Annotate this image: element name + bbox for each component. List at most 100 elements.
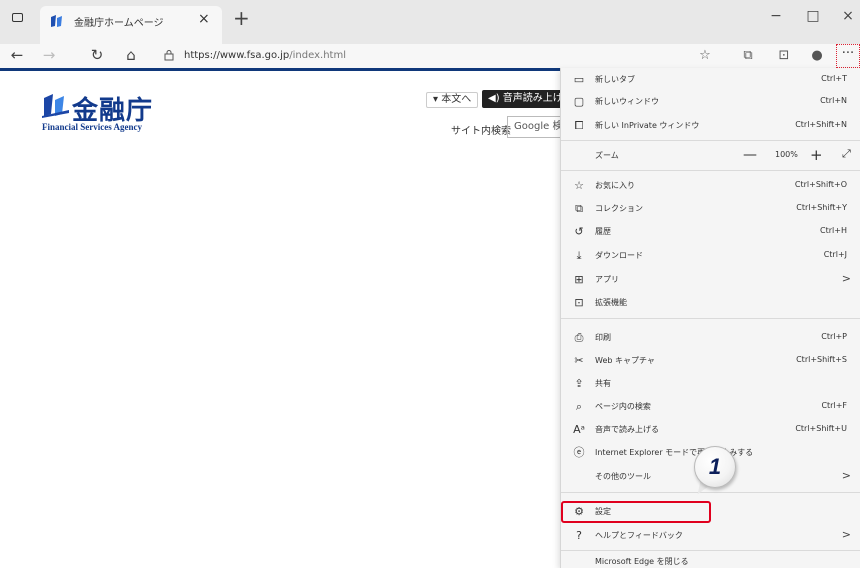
menu-label: 履歴 (595, 227, 611, 236)
maximize-button[interactable]: □ (803, 6, 823, 26)
menu-shortcut: Ctrl+N (820, 96, 847, 105)
read-aloud-icon: Aᵃ (573, 423, 585, 436)
collections-icon: ⧉ (575, 202, 583, 215)
add-favorite-icon[interactable]: ☆ (696, 47, 714, 65)
menu-separator (561, 492, 860, 493)
new-window-icon: ▢ (573, 95, 585, 108)
menu-item-web-capture[interactable]: ✂ Web キャプチャ Ctrl+Shift+S (561, 351, 860, 371)
menu-label: 印刷 (595, 333, 611, 342)
menu-label: コレクション (595, 204, 643, 213)
menu-shortcut: Ctrl+F (821, 401, 847, 410)
settings-menu: ▭ 新しいタブ Ctrl+T ▢ 新しいウィンドウ Ctrl+N ⧠ 新しい I… (560, 68, 860, 568)
tab-actions-icon[interactable] (10, 10, 26, 26)
history-icon: ↺ (574, 225, 584, 238)
back-button[interactable]: ← (8, 46, 26, 64)
menu-separator (561, 550, 860, 551)
menu-item-new-window[interactable]: ▢ 新しいウィンドウ Ctrl+N (561, 92, 860, 112)
menu-label: 新しい InPrivate ウィンドウ (595, 121, 700, 130)
menu-item-find-on-page[interactable]: ⌕ ページ内の検索 Ctrl+F (561, 397, 860, 417)
home-button[interactable]: ⌂ (122, 46, 140, 64)
ie-mode-icon: ⓔ (573, 446, 585, 459)
fsa-favicon-icon (51, 15, 62, 27)
profile-avatar-icon[interactable]: ● (808, 47, 826, 65)
download-icon: ⤓ (576, 249, 582, 262)
menu-label: Web キャプチャ (595, 356, 655, 365)
settings-and-more-button[interactable]: ··· (836, 44, 860, 68)
menu-item-print[interactable]: ⎙ 印刷 Ctrl+P (561, 328, 860, 348)
menu-shortcut: Ctrl+H (820, 226, 847, 235)
zoom-in-button[interactable]: + (810, 146, 823, 164)
tab-close-icon[interactable]: × (198, 11, 210, 27)
menu-item-close-edge[interactable]: Microsoft Edge を閉じる (561, 552, 860, 568)
menu-shortcut: Ctrl+Shift+Y (796, 203, 847, 212)
new-tab-button[interactable]: + (233, 8, 250, 28)
menu-item-new-tab[interactable]: ▭ 新しいタブ Ctrl+T (561, 70, 860, 90)
skip-to-content-link[interactable]: ▾ 本文へ (426, 92, 479, 108)
site-logo-subtitle: Financial Services Agency (42, 122, 142, 132)
menu-shortcut: Ctrl+Shift+O (794, 180, 847, 189)
zoom-out-button[interactable]: — (743, 147, 757, 163)
web-capture-icon: ✂ (574, 354, 584, 367)
tab-bar: 金融庁ホームページ × + − □ × (0, 0, 860, 44)
menu-shortcut: Ctrl+Shift+N (795, 120, 847, 129)
site-search-input[interactable]: Google 検 (507, 116, 560, 138)
menu-separator (561, 140, 860, 141)
extensions-icon[interactable]: ⊡ (775, 47, 793, 65)
menu-label: ダウンロード (595, 251, 643, 260)
menu-item-collections[interactable]: ⧉ コレクション Ctrl+Shift+Y (561, 199, 860, 219)
menu-label: 共有 (595, 379, 611, 388)
menu-shortcut: Ctrl+Shift+S (796, 355, 847, 364)
collections-icon[interactable]: ⧉ (739, 47, 757, 65)
help-icon: ? (576, 529, 582, 542)
chevron-right-icon: > (841, 272, 851, 285)
menu-item-share[interactable]: ⇪ 共有 (561, 374, 860, 394)
apps-icon: ⊞ (574, 273, 584, 286)
menu-label: 新しいタブ (595, 75, 635, 84)
lock-icon (164, 50, 174, 61)
browser-toolbar: ← → ↻ ⌂ https://www.fsa.go.jp/index.html… (0, 44, 860, 68)
forward-button[interactable]: → (40, 46, 58, 64)
step-callout: 1 (694, 446, 736, 488)
menu-label: Microsoft Edge を閉じる (595, 557, 689, 566)
menu-item-favorites[interactable]: ☆ お気に入り Ctrl+Shift+O (561, 176, 860, 196)
menu-label: その他のツール (595, 472, 651, 481)
settings-highlight-box (561, 501, 711, 523)
inprivate-icon: ⧠ (574, 119, 584, 132)
menu-label: お気に入り (595, 181, 635, 190)
menu-item-read-aloud[interactable]: Aᵃ 音声で読み上げる Ctrl+Shift+U (561, 420, 860, 440)
browser-tab[interactable]: 金融庁ホームページ × (40, 6, 222, 44)
menu-shortcut: Ctrl+J (823, 250, 847, 259)
menu-separator (561, 170, 860, 171)
minimize-button[interactable]: − (766, 6, 786, 26)
favorites-icon: ☆ (574, 179, 584, 192)
find-icon: ⌕ (575, 400, 583, 413)
tab-title: 金融庁ホームページ (74, 18, 164, 29)
fullscreen-icon[interactable]: ⤢ (842, 147, 851, 161)
menu-item-apps[interactable]: ⊞ アプリ > (561, 270, 860, 290)
address-bar[interactable]: https://www.fsa.go.jp/index.html (158, 46, 718, 66)
zoom-level: 100% (775, 150, 798, 159)
menu-item-extensions[interactable]: ⊡ 拡張機能 (561, 293, 860, 313)
menu-shortcut: Ctrl+T (821, 74, 847, 83)
menu-item-zoom: ズーム — 100% + ⤢ (561, 146, 860, 166)
menu-label: ズーム (595, 151, 619, 160)
menu-item-new-inprivate[interactable]: ⧠ 新しい InPrivate ウィンドウ Ctrl+Shift+N (561, 116, 860, 136)
menu-label: 拡張機能 (595, 298, 627, 307)
menu-item-history[interactable]: ↺ 履歴 Ctrl+H (561, 222, 860, 242)
fsa-logo-icon (42, 94, 69, 118)
menu-label: ヘルプとフィードバック (595, 531, 683, 540)
new-tab-icon: ▭ (573, 73, 585, 86)
extensions-icon: ⊡ (574, 296, 584, 309)
menu-item-downloads[interactable]: ⤓ ダウンロード Ctrl+J (561, 246, 860, 266)
refresh-button[interactable]: ↻ (88, 46, 106, 64)
menu-shortcut: Ctrl+Shift+U (795, 424, 847, 433)
menu-label: アプリ (595, 275, 619, 284)
share-icon: ⇪ (574, 377, 584, 390)
menu-item-help[interactable]: ? ヘルプとフィードバック > (561, 526, 860, 546)
chevron-right-icon: > (841, 469, 851, 482)
menu-separator (561, 318, 860, 319)
close-window-button[interactable]: × (838, 6, 858, 26)
menu-label: ページ内の検索 (595, 402, 651, 411)
print-icon: ⎙ (574, 331, 584, 344)
read-aloud-button[interactable]: ◀) 音声読み上げ (482, 90, 560, 108)
